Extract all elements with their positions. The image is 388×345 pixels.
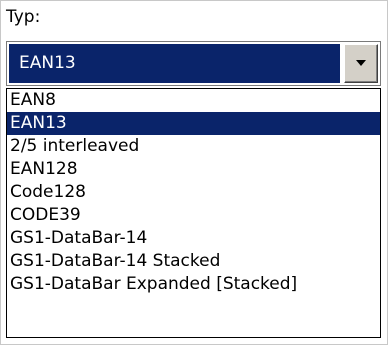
chevron-down-icon bbox=[356, 60, 366, 66]
list-item-2-5-interleaved[interactable]: 2/5 interleaved bbox=[7, 135, 380, 158]
list-item-code128[interactable]: Code128 bbox=[7, 181, 380, 204]
type-combobox[interactable]: EAN13 bbox=[6, 41, 381, 86]
type-combobox-value[interactable]: EAN13 bbox=[9, 44, 340, 83]
type-label: Typ: bbox=[6, 7, 41, 27]
dropdown-button[interactable] bbox=[344, 44, 378, 83]
barcode-type-panel: Typ: EAN13 EAN8 EAN13 2/5 interleaved EA… bbox=[0, 0, 388, 345]
list-item-ean13[interactable]: EAN13 bbox=[7, 112, 380, 135]
list-item-gs1-databar-14-stacked[interactable]: GS1-DataBar-14 Stacked bbox=[7, 250, 380, 273]
list-item-gs1-databar-14[interactable]: GS1-DataBar-14 bbox=[7, 227, 380, 250]
list-item-ean128[interactable]: EAN128 bbox=[7, 158, 380, 181]
type-dropdown-list[interactable]: EAN8 EAN13 2/5 interleaved EAN128 Code12… bbox=[6, 88, 381, 338]
list-item-gs1-databar-expanded-stacked[interactable]: GS1-DataBar Expanded [Stacked] bbox=[7, 273, 380, 296]
list-item-code39[interactable]: CODE39 bbox=[7, 204, 380, 227]
list-item-ean8[interactable]: EAN8 bbox=[7, 89, 380, 112]
